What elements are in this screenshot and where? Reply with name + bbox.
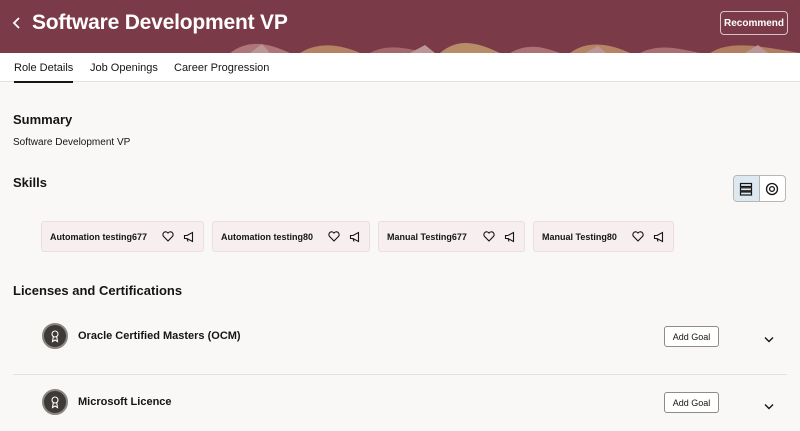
target-view-button[interactable] — [760, 176, 785, 201]
tab-role-details[interactable]: Role Details — [14, 53, 74, 83]
chevron-left-icon — [12, 17, 20, 29]
heart-icon[interactable] — [631, 230, 644, 243]
list-view-button[interactable] — [734, 176, 760, 201]
skill-label: Manual Testing80 — [542, 231, 617, 242]
heart-icon[interactable] — [327, 230, 340, 243]
page-header: Software Development VP Recommend — [0, 0, 800, 53]
certificate-icon — [42, 323, 68, 349]
tab-job-openings[interactable]: Job Openings — [90, 53, 158, 82]
tab-career-progression[interactable]: Career Progression — [174, 53, 269, 82]
skills-heading: Skills — [13, 175, 47, 190]
certificate-icon — [42, 389, 68, 415]
skill-card[interactable]: Automation testing80 — [212, 221, 370, 252]
add-goal-button[interactable]: Add Goal — [664, 392, 719, 413]
chevron-down-icon[interactable] — [762, 400, 775, 413]
skill-card[interactable]: Automation testing677 — [41, 221, 204, 252]
skill-label: Manual Testing677 — [387, 231, 467, 242]
page-title: Software Development VP — [32, 11, 288, 34]
recommend-button[interactable]: Recommend — [720, 11, 788, 35]
summary-text: Software Development VP — [13, 137, 131, 148]
target-view-icon — [766, 182, 779, 195]
skill-card[interactable]: Manual Testing80 — [533, 221, 674, 252]
heart-icon[interactable] — [161, 230, 174, 243]
skills-view-toggle — [733, 175, 786, 202]
list-view-icon — [740, 182, 753, 196]
add-goal-button[interactable]: Add Goal — [664, 326, 719, 347]
megaphone-icon[interactable] — [182, 230, 195, 243]
skill-label: Automation testing677 — [50, 231, 148, 242]
summary-heading: Summary — [13, 112, 73, 127]
heart-icon[interactable] — [482, 230, 495, 243]
skill-label: Automation testing80 — [221, 231, 314, 242]
megaphone-icon[interactable] — [652, 230, 665, 243]
megaphone-icon[interactable] — [503, 230, 516, 243]
chevron-down-icon[interactable] — [762, 333, 775, 346]
license-title: Oracle Certified Masters (OCM) — [78, 330, 241, 342]
divider — [13, 374, 787, 375]
license-title: Microsoft Licence — [78, 396, 172, 408]
tab-bar: Role Details Job Openings Career Progres… — [0, 53, 800, 83]
megaphone-icon[interactable] — [348, 230, 361, 243]
licenses-heading: Licenses and Certifications — [13, 283, 183, 298]
back-button[interactable] — [6, 12, 28, 34]
skill-card[interactable]: Manual Testing677 — [378, 221, 525, 252]
